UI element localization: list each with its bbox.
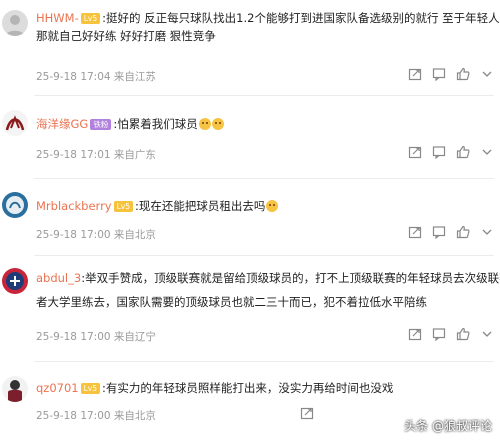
share-icon[interactable] <box>408 67 422 81</box>
comment-text: :怕累着我们球员 <box>113 117 198 131</box>
like-icon[interactable] <box>456 67 470 81</box>
comment-meta: 25-9-18 17:00 来自辽宁 <box>36 331 156 343</box>
comment-text: :现在还能把球员租出去吗 <box>135 199 266 213</box>
comment-actions <box>408 225 494 241</box>
comment-text-cont: 者大学里练去，国家队需要的顶级球员也就二三十而已，犯不着拉低水平陪练 <box>36 295 427 309</box>
comment-text: :举双手赞成，顶级联赛就是留给顶级球员的，打不上顶级联赛的年轻球员去次级联赛或 <box>81 271 500 285</box>
username[interactable]: abdul_3 <box>36 271 81 285</box>
comment-text: :有实力的年轻球员照样能打出来，没实力再给时间也没戏 <box>102 381 394 395</box>
laugh-emoji-icon <box>198 118 211 130</box>
username[interactable]: HHWM- <box>36 11 79 25</box>
chevron-down-icon[interactable] <box>480 145 494 159</box>
comment-head: abdul_3:举双手赞成，顶级联赛就是留给顶级球员的，打不上顶级联赛的年轻球员… <box>36 270 500 286</box>
avatar[interactable] <box>2 110 28 136</box>
comment-head: HHWM- Lv5:挺好的 反正每只球队找出1.2个能够打到进国家队备选级别的就行… <box>36 10 500 26</box>
laugh-emoji-icon <box>211 118 224 130</box>
share-icon[interactable] <box>408 327 422 341</box>
comment-text-cont: 那就自己好好练 好好打磨 狠性竞争 <box>36 29 216 43</box>
share-icon[interactable] <box>408 145 422 159</box>
share-icon[interactable] <box>300 406 314 420</box>
avatar[interactable] <box>2 268 28 294</box>
comment-actions <box>408 327 494 343</box>
comment-icon[interactable] <box>432 327 446 341</box>
username[interactable]: qz0701 <box>36 381 79 395</box>
comment-head: Mrblackberry Lv5:现在还能把球员租出去吗 <box>36 198 491 214</box>
like-icon[interactable] <box>456 327 470 341</box>
comment-meta: 25-9-18 17:01 来自广东 <box>36 149 156 161</box>
emoji-icon <box>266 200 279 212</box>
username[interactable]: 海洋缘GG <box>36 117 88 131</box>
comment-actions <box>408 67 494 83</box>
level-badge: Lv5 <box>113 201 133 212</box>
divider <box>34 255 494 256</box>
comment-head: 海洋缘GG 铁粉:怕累着我们球员 <box>36 116 491 132</box>
username[interactable]: Mrblackberry <box>36 199 112 213</box>
comment-actions <box>408 145 494 161</box>
divider <box>34 178 494 179</box>
chevron-down-icon[interactable] <box>480 225 494 239</box>
like-icon[interactable] <box>456 145 470 159</box>
chevron-down-icon[interactable] <box>480 67 494 81</box>
like-icon[interactable] <box>456 225 470 239</box>
chevron-down-icon[interactable] <box>480 327 494 341</box>
comment-meta: 25-9-18 17:04 来自江苏 <box>36 71 156 83</box>
divider <box>34 361 494 362</box>
watermark: 头条 @狼叔评论 <box>404 419 492 433</box>
comment-icon[interactable] <box>432 225 446 239</box>
comment-icon[interactable] <box>432 67 446 81</box>
comment-actions <box>300 406 360 422</box>
avatar[interactable] <box>2 10 28 36</box>
avatar[interactable] <box>2 376 28 402</box>
divider <box>34 95 494 96</box>
fan-badge: 铁粉 <box>90 119 112 130</box>
avatar[interactable] <box>2 192 28 218</box>
level-badge: Lv5 <box>80 383 100 394</box>
comment-meta: 25-9-18 17:00 来自北京 <box>36 410 156 422</box>
comment-head: qz0701 Lv5:有实力的年轻球员照样能打出来，没实力再给时间也没戏 <box>36 380 491 396</box>
comment-icon[interactable] <box>432 145 446 159</box>
share-icon[interactable] <box>408 225 422 239</box>
comment-meta: 25-9-18 17:00 来自北京 <box>36 229 156 241</box>
level-badge: Lv5 <box>80 13 101 24</box>
comment-text: :挺好的 反正每只球队找出1.2个能够打到进国家队备选级别的就行 至于年轻人 <box>102 11 500 25</box>
